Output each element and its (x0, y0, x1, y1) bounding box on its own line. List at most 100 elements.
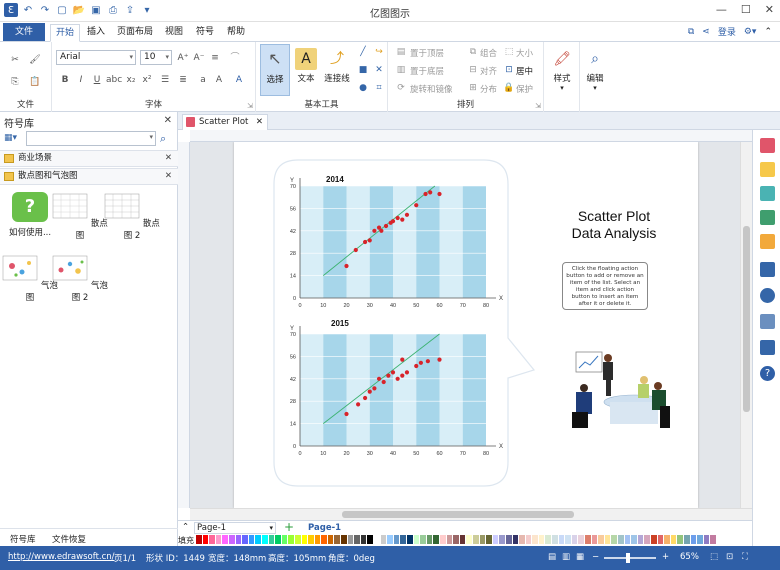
line-style-icon[interactable] (760, 186, 775, 201)
color-swatch[interactable] (519, 535, 526, 544)
paste-icon[interactable]: 📋 (28, 76, 42, 88)
connector-tool-button[interactable]: ⤴ 连接线 (320, 44, 354, 96)
send-back-button[interactable]: 置于底层 (410, 65, 444, 77)
color-swatch[interactable] (308, 535, 315, 544)
color-swatch[interactable] (222, 535, 229, 544)
tab-insert[interactable]: 插入 (84, 24, 108, 42)
protect-button[interactable]: 保护 (516, 83, 533, 95)
color-swatch[interactable] (439, 535, 447, 544)
color-swatch[interactable] (532, 535, 539, 544)
ellipse-tool-icon[interactable]: ● (356, 82, 370, 94)
color-swatch[interactable] (360, 535, 368, 544)
bring-front-button[interactable]: 置于顶层 (410, 47, 444, 59)
drawing-page[interactable]: 0 10 20 30 40 50 60 70 80 0 14 28 42 56 70 X Y 2014 0 10 20 3… (234, 142, 698, 508)
underline-icon[interactable]: U (90, 74, 104, 86)
color-swatch[interactable] (393, 535, 401, 544)
color-swatch[interactable] (644, 535, 651, 544)
rotate-mirror-button[interactable]: 旋转和镜像 (410, 83, 453, 95)
login-link[interactable]: 登录 (718, 25, 736, 38)
close-window-icon[interactable]: ✕ (765, 3, 774, 16)
tab-help[interactable]: 帮助 (224, 24, 248, 42)
color-swatch[interactable] (215, 535, 223, 544)
color-swatch[interactable] (571, 535, 579, 544)
zoom-slider-thumb[interactable] (626, 553, 630, 563)
select-tool-button[interactable]: ↖ 选择 (260, 44, 290, 96)
color-swatch[interactable] (683, 535, 691, 544)
clear-format-icon[interactable]: ≡ (208, 52, 222, 64)
color-swatch[interactable] (426, 535, 434, 544)
share-screen-icon[interactable]: ⧉ (688, 27, 694, 37)
horizontal-scrollbar[interactable] (190, 508, 752, 520)
note-box[interactable]: Click the floating action button to add … (562, 262, 648, 310)
view-outline-icon[interactable]: ▥ (562, 552, 570, 562)
page-icon[interactable] (760, 262, 775, 277)
color-swatch[interactable] (624, 535, 632, 544)
document-tab[interactable]: Scatter Plot ✕ (182, 114, 268, 130)
file-menu-button[interactable]: 文件 (3, 23, 45, 41)
library-search-input[interactable]: ▾ (26, 131, 156, 146)
color-swatch[interactable] (505, 535, 513, 544)
font-color-icon[interactable]: A (232, 74, 246, 86)
color-swatch[interactable] (281, 535, 289, 544)
color-swatch[interactable] (637, 535, 645, 544)
share-icon[interactable]: ⋖ (702, 27, 710, 37)
line-tool-icon[interactable]: ╱ (356, 46, 370, 58)
color-swatch[interactable] (697, 535, 704, 544)
color-swatch[interactable] (321, 535, 328, 544)
color-swatch[interactable] (275, 535, 282, 544)
highlight-icon[interactable]: A (212, 74, 226, 86)
color-swatch[interactable] (545, 535, 553, 544)
color-swatch[interactable] (301, 535, 309, 544)
color-swatch[interactable] (479, 535, 487, 544)
close-category-icon[interactable]: ✕ (165, 169, 172, 184)
bold-icon[interactable]: B (58, 74, 72, 86)
edit-button[interactable]: ⌕ 编辑 ▾ (580, 44, 610, 104)
rectangle-tool-icon[interactable]: ■ (356, 64, 370, 76)
color-swatch[interactable] (710, 535, 717, 544)
zoom-slider[interactable] (604, 557, 656, 559)
fit-width-icon[interactable]: ⬚ (710, 552, 718, 562)
color-swatch[interactable] (261, 535, 269, 544)
color-swatch[interactable] (677, 535, 684, 544)
align-text-icon[interactable]: ≣ (176, 74, 190, 86)
color-swatch[interactable] (242, 535, 249, 544)
arc-tool-icon[interactable]: ↪ (372, 46, 386, 58)
minimize-icon[interactable]: — (716, 3, 727, 16)
color-swatch[interactable] (598, 535, 605, 544)
page-nav-up-icon[interactable]: ⌃ (182, 522, 189, 532)
color-swatch[interactable] (235, 535, 243, 544)
color-swatch[interactable] (268, 535, 276, 544)
cut-icon[interactable]: ✂ (8, 54, 22, 66)
view-full-icon[interactable]: ▦ (576, 552, 584, 562)
shape-bubble-chart[interactable]: 气泡图 (2, 254, 58, 303)
color-swatch[interactable] (459, 535, 467, 544)
search-dropdown-icon[interactable]: ▾ (149, 133, 153, 141)
color-swatch[interactable] (472, 535, 480, 544)
distribute-button[interactable]: 分布 (480, 83, 497, 95)
color-swatch[interactable] (604, 535, 612, 544)
tab-page-layout[interactable]: 页面布局 (114, 24, 156, 42)
font-size-select[interactable]: 10 ▾ (140, 50, 172, 65)
page-select[interactable]: Page-1 ▾ (194, 522, 276, 534)
color-swatch[interactable] (552, 535, 559, 544)
color-swatch[interactable] (578, 535, 586, 544)
color-swatch[interactable] (314, 535, 322, 544)
fit-page-icon[interactable]: ⊡ (726, 552, 733, 562)
color-swatch[interactable] (334, 535, 342, 544)
canvas-area[interactable]: 0 10 20 30 40 50 60 70 80 0 14 28 42 56 70 X Y 2014 0 10 20 3… (190, 142, 740, 508)
color-swatch[interactable] (196, 535, 203, 544)
horizontal-scroll-thumb[interactable] (342, 511, 574, 518)
color-swatch[interactable] (209, 535, 216, 544)
add-page-icon[interactable]: + (284, 520, 294, 534)
center-button[interactable]: 居中 (516, 65, 533, 77)
color-swatch[interactable] (512, 535, 520, 544)
canvas-title[interactable]: Scatter Plot Data Analysis (554, 208, 674, 242)
search-icon[interactable]: ⌕ (160, 132, 166, 146)
color-swatch[interactable] (367, 535, 375, 544)
color-swatch[interactable] (341, 535, 348, 544)
tab-symbol[interactable]: 符号 (193, 24, 217, 42)
color-swatch[interactable] (228, 535, 236, 544)
color-swatch[interactable] (294, 535, 302, 544)
category-scatter-bubble[interactable]: 散点图和气泡图 ✕ (0, 168, 178, 185)
zoom-in-icon[interactable]: + (662, 552, 669, 562)
